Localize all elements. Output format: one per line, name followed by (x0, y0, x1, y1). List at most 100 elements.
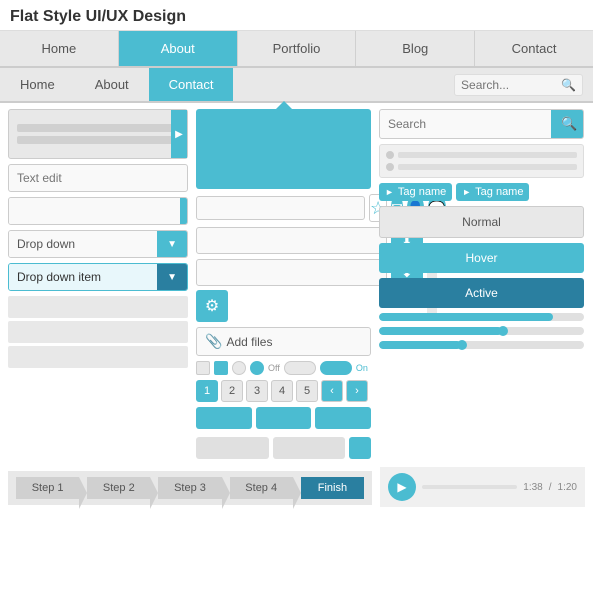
rect-row-2 (196, 437, 371, 459)
left-column: ▶ 🔍 Drop down ▼ Drop down item ▼ (8, 109, 188, 459)
prev-page-btn[interactable]: ‹ (321, 380, 343, 402)
slider-track-2[interactable] (379, 341, 584, 349)
progress-track-1 (379, 313, 584, 321)
blue-panel (196, 109, 371, 189)
dropdown-select-arrow[interactable]: ▼ (157, 231, 187, 257)
rect-btn-gray-1[interactable] (196, 437, 269, 459)
nav-bar-1: Home About Portfolio Blog Contact (0, 31, 593, 68)
up-arrow (276, 101, 292, 109)
list-items (8, 296, 188, 368)
nav1-home[interactable]: Home (0, 31, 119, 66)
nav1-portfolio[interactable]: Portfolio (238, 31, 357, 66)
nav2-search-icon: 🔍 (561, 78, 576, 92)
radio-1[interactable] (232, 361, 246, 375)
step-finish[interactable]: Finish (301, 477, 364, 499)
text-edit-input[interactable] (8, 164, 188, 192)
search-input-field[interactable] (9, 198, 180, 224)
media-time-current: 1:38 (523, 482, 542, 493)
play-btn[interactable]: ▶ (388, 473, 416, 501)
dropdown-item-arrow[interactable]: ▼ (157, 264, 187, 290)
dropdown-item: Drop down item ▼ (8, 263, 188, 291)
result-dot-1 (386, 151, 394, 159)
toggle-row: Off On (196, 361, 371, 375)
nav1-blog[interactable]: Blog (356, 31, 475, 66)
tag-arrow-1: ► (385, 187, 394, 197)
download-input-2[interactable] (196, 259, 387, 286)
next-page-btn[interactable]: › (346, 380, 368, 402)
step-3[interactable]: Step 3 (158, 477, 221, 499)
search-panel-input[interactable] (380, 111, 551, 137)
nav1-contact[interactable]: Contact (475, 31, 593, 66)
list-item-2[interactable] (8, 321, 188, 343)
media-track[interactable] (422, 485, 517, 489)
result-row-2 (386, 163, 577, 171)
step-2[interactable]: Step 2 (87, 477, 150, 499)
page-btn-3[interactable]: 3 (246, 380, 268, 402)
settings-row: ⬇ ⚙ (196, 259, 371, 322)
btn-active[interactable]: Active (379, 278, 584, 308)
page-btn-2[interactable]: 2 (221, 380, 243, 402)
tag-2[interactable]: ► Tag name (456, 183, 529, 201)
nav2-home[interactable]: Home (0, 68, 75, 101)
text-line-2 (17, 136, 179, 144)
download-row-1: ⬇ (196, 227, 371, 254)
tag-arrow-2: ► (462, 187, 471, 197)
result-line-2 (398, 164, 577, 170)
btn-hover[interactable]: Hover (379, 243, 584, 273)
toggle-on[interactable] (320, 361, 352, 375)
slider-fill-2 (379, 341, 461, 349)
search-input-row: 🔍 (379, 109, 584, 139)
radio-2[interactable] (250, 361, 264, 375)
rect-btn-2[interactable] (256, 407, 312, 429)
nav2-about[interactable]: About (75, 68, 149, 101)
icon-row: ☆ ✉ 👤 💬 (196, 194, 371, 222)
page-btn-1[interactable]: 1 (196, 380, 218, 402)
on-label: On (356, 363, 368, 373)
download-input-1[interactable] (196, 227, 387, 254)
step-1[interactable]: Step 1 (16, 477, 79, 499)
result-panel (379, 144, 584, 178)
search-btn[interactable]: 🔍 (180, 198, 188, 224)
checkbox-2[interactable] (214, 361, 228, 375)
dropdown-arrow[interactable]: ▶ (171, 110, 187, 158)
result-dot-2 (386, 163, 394, 171)
nav-bar-2: Home About Contact 🔍 (0, 68, 593, 103)
rect-btn-small-1[interactable] (349, 437, 371, 459)
icon-input[interactable] (196, 196, 365, 220)
pagination-row: 1 2 3 4 5 ‹ › (196, 380, 371, 402)
toggle-off[interactable] (284, 361, 316, 375)
step-bar-container: Step 1 Step 2 Step 3 Step 4 Finish (8, 467, 372, 507)
slider-track-1[interactable] (379, 327, 584, 335)
page-btn-5[interactable]: 5 (296, 380, 318, 402)
nav1-about[interactable]: About (119, 31, 238, 66)
search-panel-btn[interactable]: 🔍 (551, 110, 584, 138)
tag-label-2: Tag name (475, 186, 523, 198)
search-with-btn: 🔍 (8, 197, 188, 225)
checkbox-1[interactable] (196, 361, 210, 375)
tag-1[interactable]: ► Tag name (379, 183, 452, 201)
slider-thumb-2[interactable] (457, 340, 467, 350)
slider-thumb-1[interactable] (498, 326, 508, 336)
btn-normal[interactable]: Normal (379, 206, 584, 238)
rect-btn-3[interactable] (315, 407, 371, 429)
list-item-1[interactable] (8, 296, 188, 318)
progress-fill-1 (379, 313, 553, 321)
media-time-total: 1:20 (558, 482, 577, 493)
media-player: ▶ 1:38 / 1:20 (380, 467, 585, 507)
nav2-contact[interactable]: Contact (149, 68, 234, 101)
add-files-row[interactable]: 📎 Add files (196, 327, 371, 356)
rect-btn-gray-2[interactable] (273, 437, 346, 459)
main-section: ▶ 🔍 Drop down ▼ Drop down item ▼ (0, 109, 593, 459)
rect-btn-1[interactable] (196, 407, 252, 429)
tag-row: ► Tag name ► Tag name (379, 183, 584, 201)
dropdown-select: Drop down ▼ (8, 230, 188, 258)
nav2-search-input[interactable] (461, 78, 561, 92)
list-item-3[interactable] (8, 346, 188, 368)
slider-row-1 (379, 327, 584, 335)
dropdown-item-label: Drop down item (9, 264, 157, 290)
nav2-search-box: 🔍 (454, 74, 583, 96)
page-title: Flat Style UI/UX Design (0, 0, 593, 31)
gear-icon-btn[interactable]: ⚙ (196, 290, 228, 322)
page-btn-4[interactable]: 4 (271, 380, 293, 402)
step-4[interactable]: Step 4 (230, 477, 293, 499)
